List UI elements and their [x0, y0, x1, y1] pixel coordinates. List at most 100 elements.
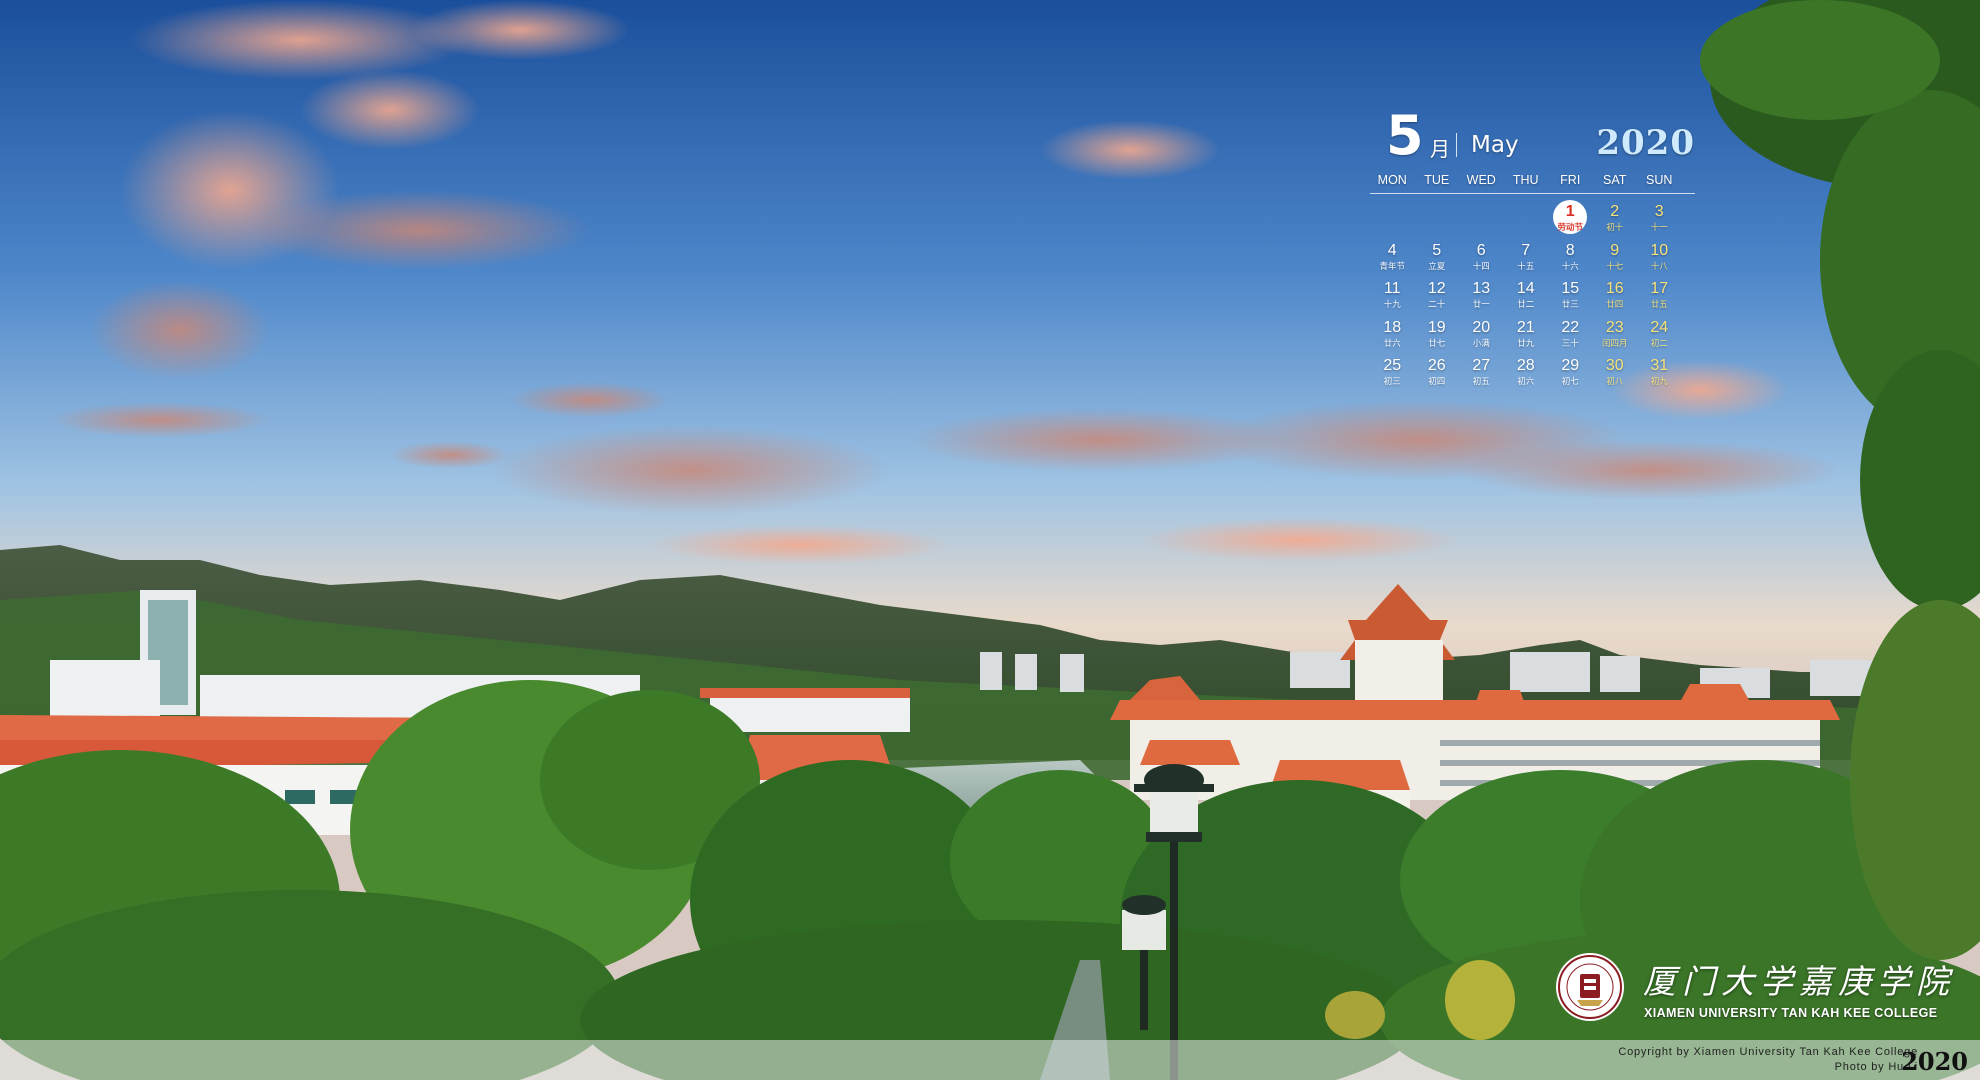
- calendar-day-grid: 1 劳动节 2 初十 3 十一 4 青年节 5 立夏 6 十四 7 十五 8 十六 9 十七 10 十八 11 十九 12 二…: [1370, 200, 1695, 393]
- day-number: 1: [1565, 203, 1575, 220]
- calendar-day: 28 初六: [1504, 354, 1549, 393]
- calendar-day: 8 十六: [1548, 239, 1593, 278]
- day-number: 14: [1516, 280, 1535, 297]
- weekday-label: THU: [1512, 173, 1539, 187]
- copyright-text: Copyright by Xiamen University Tan Kah K…: [1618, 1045, 1918, 1075]
- day-number: 10: [1650, 241, 1669, 259]
- lunar-date-label: 十六: [1561, 260, 1579, 271]
- footer-year: 2020: [1901, 1047, 1968, 1076]
- day-number: 20: [1472, 318, 1491, 336]
- day-number: 23: [1605, 318, 1624, 336]
- lunar-date-label: 十九: [1383, 299, 1401, 309]
- lunar-date-label: 初六: [1517, 376, 1535, 386]
- lunar-date-label: 初五: [1472, 376, 1490, 386]
- lunar-date-label: 十七: [1606, 260, 1624, 271]
- lunar-date-label: 廿七: [1428, 337, 1446, 348]
- lunar-date-label: 廿四: [1606, 299, 1624, 309]
- month-en-label: May: [1471, 132, 1519, 158]
- day-number: 18: [1383, 318, 1402, 336]
- weekday-label: FRI: [1560, 173, 1581, 187]
- lunar-date-label: 劳动节: [1557, 222, 1583, 232]
- calendar-day-holiday: 1 劳动节: [1548, 200, 1593, 239]
- day-number: 7: [1521, 241, 1531, 259]
- day-number: 27: [1472, 357, 1491, 374]
- calendar-day: 14 廿二: [1504, 277, 1549, 316]
- day-number: 9: [1610, 241, 1620, 259]
- day-number: 12: [1427, 280, 1446, 297]
- day-number: 25: [1383, 357, 1402, 374]
- lunar-date-label: 小满: [1472, 337, 1490, 348]
- day-number: 6: [1476, 241, 1486, 259]
- weekday-label: TUE: [1424, 173, 1450, 187]
- lunar-date-label: 三十: [1561, 337, 1579, 348]
- day-number: 15: [1561, 280, 1580, 297]
- lunar-date-label: 十一: [1650, 222, 1668, 232]
- lunar-date-label: 青年节: [1379, 260, 1405, 271]
- day-number: 8: [1565, 241, 1575, 259]
- lunar-date-label: 初十: [1606, 222, 1624, 232]
- calendar-day: 20 小满: [1459, 316, 1504, 355]
- lunar-date-label: 廿六: [1383, 337, 1401, 348]
- calendar-day: 12 二十: [1415, 277, 1460, 316]
- lunar-date-label: 初九: [1650, 376, 1668, 386]
- day-number: 17: [1650, 280, 1669, 297]
- day-number: 13: [1472, 280, 1491, 297]
- calendar-header: 5 月 May 2020: [1370, 105, 1695, 167]
- lunar-date-label: 十五: [1517, 260, 1535, 271]
- lunar-date-label: 初七: [1561, 376, 1579, 386]
- college-name-cn: 厦门大学嘉庚学院: [1643, 962, 1955, 1001]
- calendar-day: 17 廿五: [1637, 277, 1682, 316]
- calendar-day: 5 立夏: [1415, 239, 1460, 278]
- day-number: 2: [1610, 203, 1620, 220]
- copyright-line: Copyright by Xiamen University Tan Kah K…: [1618, 1046, 1918, 1058]
- day-number: 16: [1605, 280, 1624, 297]
- calendar-day: 21 廿九: [1504, 316, 1549, 355]
- weekday-label: SAT: [1603, 173, 1627, 187]
- wallpaper: 5 月 May 2020 MON TUE WED THU FRI SAT SUN…: [0, 0, 1980, 1080]
- month-cn-label: 月: [1430, 137, 1450, 161]
- calendar-day: 7 十五: [1504, 239, 1549, 278]
- college-seal-logo: [1556, 953, 1624, 1021]
- calendar-day: 16 廿四: [1593, 277, 1638, 316]
- weekday-label: MON: [1377, 173, 1407, 187]
- lunar-date-label: 廿二: [1517, 299, 1535, 309]
- lunar-date-label: 廿三: [1561, 299, 1579, 309]
- lunar-date-label: 初二: [1650, 337, 1668, 348]
- calendar-day: 9 十七: [1593, 239, 1638, 278]
- calendar-day: 11 十九: [1370, 277, 1415, 316]
- college-name-en: XIAMEN UNIVERSITY TAN KAH KEE COLLEGE: [1644, 1006, 1938, 1020]
- calendar-day: 31 初九: [1637, 354, 1682, 393]
- weekday-header-row: MON TUE WED THU FRI SAT SUN: [1370, 173, 1695, 194]
- day-number: 19: [1427, 318, 1446, 336]
- calendar-day: 29 初七: [1548, 354, 1593, 393]
- day-number: 21: [1516, 318, 1535, 336]
- calendar-day: 30 初八: [1593, 354, 1638, 393]
- day-number: 3: [1654, 203, 1664, 220]
- day-number: 22: [1561, 318, 1580, 336]
- day-number: 30: [1605, 357, 1624, 374]
- day-number: 26: [1427, 357, 1446, 374]
- day-number: 11: [1383, 280, 1401, 297]
- day-number: 29: [1561, 357, 1580, 374]
- lunar-date-label: 二十: [1428, 299, 1446, 309]
- calendar-day: 4 青年节: [1370, 239, 1415, 278]
- lunar-date-label: 十八: [1650, 260, 1668, 271]
- day-number: 31: [1650, 357, 1669, 374]
- calendar-day: 3 十一: [1637, 200, 1682, 239]
- calendar-widget: 5 月 May 2020 MON TUE WED THU FRI SAT SUN…: [1370, 105, 1695, 393]
- header-divider: [1456, 133, 1457, 157]
- lunar-date-label: 十四: [1472, 260, 1490, 271]
- weekday-label: WED: [1466, 173, 1496, 187]
- lunar-date-label: 初三: [1383, 376, 1401, 386]
- calendar-day: 10 十八: [1637, 239, 1682, 278]
- calendar-day: 19 廿七: [1415, 316, 1460, 355]
- calendar-day: 25 初三: [1370, 354, 1415, 393]
- month-number: 5: [1386, 104, 1424, 167]
- calendar-day: 18 廿六: [1370, 316, 1415, 355]
- calendar-day: 2 初十: [1593, 200, 1638, 239]
- calendar-day: 27 初五: [1459, 354, 1504, 393]
- calendar-day: 13 廿一: [1459, 277, 1504, 316]
- day-number: 24: [1650, 318, 1669, 336]
- lunar-date-label: 廿五: [1650, 299, 1668, 309]
- lunar-date-label: 初八: [1606, 376, 1624, 386]
